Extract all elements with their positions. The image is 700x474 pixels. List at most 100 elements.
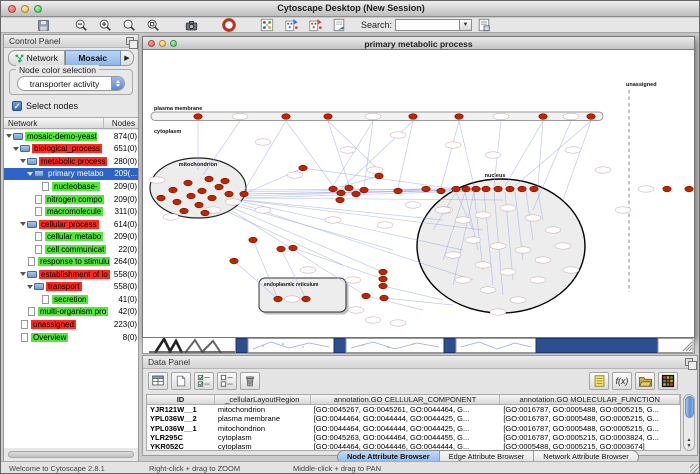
network-node[interactable]: [455, 114, 463, 120]
help-button[interactable]: [221, 18, 237, 32]
disclosure-triangle-icon[interactable]: [13, 147, 19, 151]
search-options-button[interactable]: [476, 18, 492, 32]
network-node[interactable]: [173, 199, 181, 205]
tree-column-network[interactable]: Network: [4, 118, 104, 128]
delete-attribute-button[interactable]: [240, 372, 260, 390]
network-node[interactable]: [345, 185, 353, 191]
network-node[interactable]: [169, 187, 177, 193]
scrollbar-arrows[interactable]: ▲▼: [684, 437, 694, 449]
network-node[interactable]: [530, 186, 538, 192]
table-row[interactable]: YLR295Ccytoplasm[GO:0045263, GO:0044464,…: [147, 433, 680, 442]
tree-horizontal-scrollbar[interactable]: [8, 451, 134, 458]
table-row[interactable]: YPL036W__2plasma membrane[GO:0044464, GO…: [147, 414, 680, 423]
zoom-in-button[interactable]: [97, 18, 113, 32]
import-network-red-button[interactable]: [307, 18, 323, 32]
network-node[interactable]: [587, 114, 595, 120]
search-input[interactable]: [395, 19, 459, 31]
network-node[interactable]: [336, 197, 344, 203]
network-node[interactable]: [379, 269, 387, 275]
tree-row[interactable]: biological_process651(0): [4, 143, 138, 156]
tree-row[interactable]: mosaic-demo-yeast874(0): [4, 130, 138, 143]
snapshot-button[interactable]: [183, 18, 199, 32]
network-node[interactable]: [422, 186, 430, 192]
tree-row[interactable]: unassigned223(0): [4, 318, 138, 331]
network-node[interactable]: [663, 186, 671, 192]
network-node[interactable]: [277, 246, 285, 252]
disclosure-triangle-icon[interactable]: [27, 285, 33, 289]
network-node[interactable]: [201, 210, 209, 216]
zoom-selected-button[interactable]: [121, 18, 137, 32]
network-node[interactable]: [194, 114, 202, 120]
zoom-out-button[interactable]: [73, 18, 89, 32]
table-row[interactable]: YPL036W__1mitochondrion[GO:0044464, GO:0…: [147, 424, 680, 433]
network-node[interactable]: [198, 188, 206, 194]
tree-row[interactable]: nitrogen compo209(0): [4, 193, 138, 206]
network-node[interactable]: [230, 258, 238, 264]
disclosure-triangle-icon[interactable]: [20, 222, 26, 226]
disclosure-triangle-icon[interactable]: [6, 134, 12, 138]
tree-column-nodes[interactable]: Nodes: [104, 118, 138, 128]
float-panel-icon[interactable]: [126, 37, 134, 45]
network-node[interactable]: [452, 186, 460, 192]
tree-row[interactable]: metabolic process280(0): [4, 155, 138, 168]
network-node[interactable]: [249, 237, 257, 243]
network-node[interactable]: [685, 186, 693, 192]
save-session-button[interactable]: [35, 18, 51, 32]
network-node[interactable]: [379, 283, 387, 289]
network-node[interactable]: [187, 193, 195, 199]
unselect-attributes-button[interactable]: [217, 372, 237, 390]
import-network-blue-button[interactable]: [283, 18, 299, 32]
network-node[interactable]: [299, 165, 307, 171]
network-node[interactable]: [472, 186, 480, 192]
import-attributes-button[interactable]: [635, 372, 655, 390]
network-node[interactable]: [240, 191, 248, 197]
network-node[interactable]: [282, 114, 290, 120]
network-node[interactable]: [184, 180, 192, 186]
tree-row[interactable]: establishment of lo558(0): [4, 268, 138, 281]
network-node[interactable]: [225, 191, 233, 197]
tree-row[interactable]: cell communicat22(0): [4, 243, 138, 256]
network-node[interactable]: [494, 186, 502, 192]
network-node[interactable]: [518, 186, 526, 192]
network-node[interactable]: [379, 276, 387, 282]
table-column-header[interactable]: annotation.GO MOLECULAR_FUNCTION: [500, 395, 680, 404]
network-node[interactable]: [180, 208, 188, 214]
search-dropdown-arrow[interactable]: ▼: [459, 19, 472, 31]
tab-network[interactable]: Network: [8, 50, 65, 66]
tree-row[interactable]: transport558(0): [4, 281, 138, 294]
manage-networks-button[interactable]: [331, 18, 347, 32]
table-row[interactable]: YJR121W__1mitochondrion[GO:0045267, GO:0…: [147, 405, 680, 414]
tree-row[interactable]: macromolecule311(0): [4, 205, 138, 218]
network-node[interactable]: [409, 114, 417, 120]
network-node[interactable]: [337, 190, 345, 196]
network-node[interactable]: [380, 295, 388, 301]
table-column-header[interactable]: _cellularLayoutRegion: [215, 395, 311, 404]
network-node[interactable]: [274, 296, 282, 302]
network-node[interactable]: [205, 176, 213, 182]
table-column-header[interactable]: ID: [147, 395, 215, 404]
network-node[interactable]: [221, 178, 229, 184]
table-vertical-scrollbar[interactable]: ▲▼: [683, 394, 695, 451]
network-node[interactable]: [362, 293, 370, 299]
tab-mosaic[interactable]: Mosaic: [65, 50, 122, 66]
open-session-button[interactable]: [11, 18, 27, 32]
network-node[interactable]: [394, 188, 402, 194]
network-node[interactable]: [289, 245, 297, 251]
network-node[interactable]: [352, 191, 360, 197]
scrollbar-thumb[interactable]: [685, 396, 694, 418]
tree-row[interactable]: primary metabo209(...: [4, 168, 138, 181]
attribute-list-button[interactable]: [589, 372, 609, 390]
tree-row[interactable]: cellular process614(0): [4, 218, 138, 231]
node-color-dropdown[interactable]: transporter activity: [17, 76, 125, 91]
tree-row[interactable]: cellular metabo209(0): [4, 230, 138, 243]
tree-row[interactable]: nucleobase-209(0): [4, 180, 138, 193]
tree-row[interactable]: secretion41(0): [4, 293, 138, 306]
select-nodes-checkbox[interactable]: ✓: [12, 101, 22, 111]
network-overview-button[interactable]: [259, 18, 275, 32]
resize-grip[interactable]: [690, 464, 700, 474]
formula-builder-button[interactable]: f(x): [612, 372, 632, 390]
network-node[interactable]: [208, 195, 216, 201]
disclosure-triangle-icon[interactable]: [20, 159, 26, 163]
network-node[interactable]: [157, 195, 165, 201]
select-attributes-button[interactable]: [194, 372, 214, 390]
